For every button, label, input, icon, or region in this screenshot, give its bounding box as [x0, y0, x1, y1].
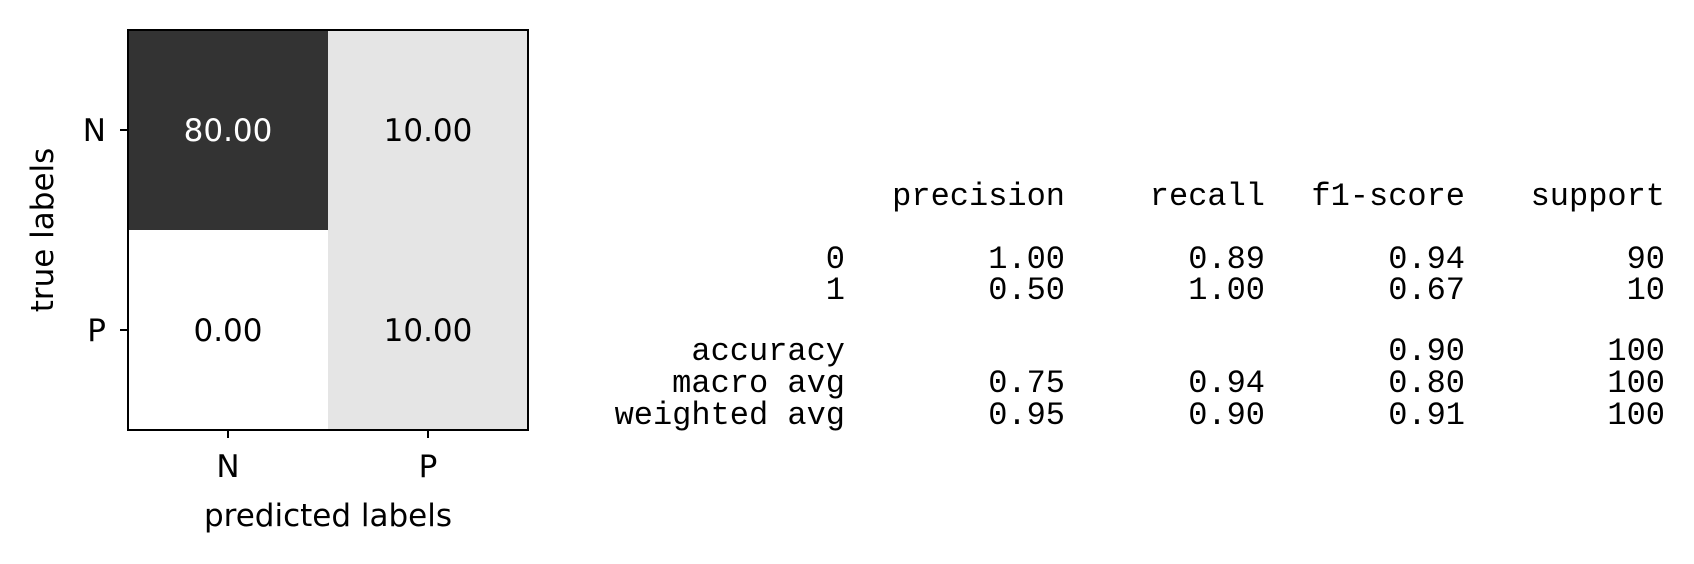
report-cell-recall: 1.00	[1188, 272, 1265, 309]
report-row-label: accuracy	[691, 333, 845, 370]
cell-value-label: 0.00	[193, 313, 262, 349]
report-cell-support: 10	[1626, 272, 1665, 309]
report-header-f1-score: f1-score	[1311, 178, 1465, 215]
report-header-recall: recall	[1149, 178, 1265, 215]
report-cell-precision: 0.95	[988, 397, 1065, 434]
report-cell-f1: 0.91	[1388, 397, 1465, 434]
report-cell-support: 100	[1607, 365, 1665, 402]
report-cell-precision: 0.50	[988, 272, 1065, 309]
report-cell-support: 100	[1607, 397, 1665, 434]
report-cell-precision: 0.75	[988, 365, 1065, 402]
report-row-label: weighted avg	[614, 397, 845, 434]
report-cell-f1: 0.90	[1388, 333, 1465, 370]
confusion-matrix-chart: 80.00 10.00 0.00 10.00 N P N Ppredicted labels t…	[25, 29, 529, 534]
report-cell-f1: 0.80	[1388, 365, 1465, 402]
cell-value-label: 10.00	[384, 313, 473, 349]
report-cell-support: 100	[1607, 333, 1665, 370]
cell-value-label: 10.00	[384, 113, 473, 149]
x-tick-label: N	[216, 449, 239, 485]
cell-value-label: 80.00	[184, 113, 273, 149]
report-header-support: support	[1530, 178, 1665, 215]
report-header-precision: precision	[892, 178, 1065, 215]
x-axis-label: predicted labels	[204, 498, 452, 534]
classification-report: precision recall f1-score support 0 1.00 0.89 0…	[560, 150, 1680, 450]
y-tick-label: P	[87, 313, 106, 349]
y-axis-label: true labels	[25, 148, 61, 313]
x-tick-label: P	[419, 449, 438, 485]
report-cell-recall: 0.90	[1188, 397, 1265, 434]
y-tick-label: N	[83, 113, 106, 149]
report-cell-recall: 0.94	[1188, 365, 1265, 402]
report-row-label: macro avg	[672, 365, 845, 402]
report-cell-f1: 0.67	[1388, 272, 1465, 309]
report-row-label: 1	[825, 272, 845, 309]
